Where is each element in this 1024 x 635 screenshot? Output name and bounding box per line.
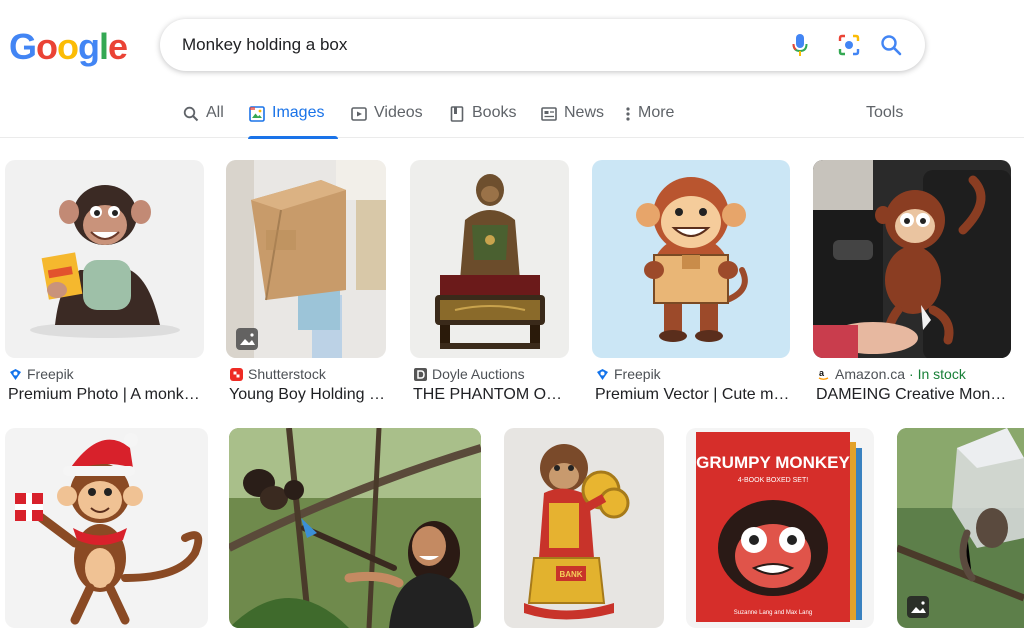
video-play-icon <box>350 105 368 123</box>
result-source[interactable]: Doyle Auctions <box>413 366 525 382</box>
result-source[interactable]: Freepik <box>8 366 74 382</box>
source-name: Freepik <box>27 366 74 382</box>
svg-text:a: a <box>819 368 825 378</box>
result-title[interactable]: Premium Photo | A monk… <box>8 386 204 404</box>
image-result[interactable]: Freepik Premium Vector | Cute m… <box>592 160 790 410</box>
tab-label: News <box>564 104 605 121</box>
tab-label: More <box>638 104 675 121</box>
image-icon <box>248 105 266 123</box>
result-title[interactable]: DAMEING Creative Monk… <box>816 386 1012 404</box>
stock-status: · In stock <box>909 366 966 382</box>
logo-letter: o <box>57 26 79 67</box>
result-source[interactable]: a Amazon.ca · In stock <box>816 366 966 382</box>
result-source[interactable]: Freepik <box>595 366 661 382</box>
doyle-icon <box>413 367 427 381</box>
result-source[interactable]: Shutterstock <box>229 366 326 382</box>
result-thumbnail[interactable] <box>229 428 481 628</box>
shutterstock-icon <box>229 367 243 381</box>
tab-label: Images <box>272 104 325 121</box>
image-result[interactable]: a Amazon.ca · In stock DAMEING Creative … <box>813 160 1012 410</box>
source-name: Freepik <box>614 366 661 382</box>
tab-books[interactable]: Books <box>448 96 516 138</box>
tab-images[interactable]: Images <box>248 96 339 139</box>
image-result[interactable] <box>5 428 208 628</box>
book-authors: Suzanne Lang and Max Lang <box>734 610 812 616</box>
image-result[interactable] <box>229 428 481 628</box>
result-title[interactable]: Young Boy Holding … <box>229 386 385 404</box>
search-icon <box>182 105 200 123</box>
image-result[interactable]: Shutterstock Young Boy Holding … <box>226 160 386 410</box>
bank-label: BANK <box>559 570 582 579</box>
result-thumbnail[interactable] <box>592 160 790 358</box>
result-thumbnail[interactable] <box>5 428 208 628</box>
search-input[interactable] <box>182 33 742 57</box>
image-result[interactable]: GRUMPY MONKEY 4-BOOK BOXED SET! Suzanne … <box>686 428 874 628</box>
result-thumbnail[interactable] <box>226 160 386 358</box>
more-dots-icon <box>624 105 632 123</box>
result-thumbnail[interactable] <box>897 428 1024 628</box>
result-thumbnail[interactable]: BANK <box>504 428 664 628</box>
tab-label: Videos <box>374 104 423 121</box>
source-name: Shutterstock <box>248 366 326 382</box>
image-result[interactable]: Doyle Auctions THE PHANTOM OF… <box>410 160 569 410</box>
tab-more[interactable]: More <box>624 96 674 138</box>
logo-letter: o <box>36 26 58 67</box>
book-subtitle: 4-BOOK BOXED SET! <box>738 477 808 484</box>
microphone-icon[interactable] <box>787 32 813 58</box>
tools-label: Tools <box>866 104 904 121</box>
search-bar <box>160 19 925 71</box>
freepik-icon <box>8 367 22 381</box>
tab-news[interactable]: News <box>540 96 604 138</box>
image-result[interactable] <box>897 428 1024 628</box>
amazon-icon: a <box>816 367 830 381</box>
tab-label: All <box>206 104 224 121</box>
result-thumbnail[interactable] <box>410 160 569 358</box>
book-title: GRUMPY MONKEY <box>696 453 850 472</box>
camera-lens-icon[interactable] <box>836 32 862 58</box>
book-icon <box>448 105 466 123</box>
tab-videos[interactable]: Videos <box>350 96 423 138</box>
freepik-icon <box>595 367 609 381</box>
source-name: Amazon.ca <box>835 366 906 382</box>
search-icon[interactable] <box>878 32 904 58</box>
result-thumbnail[interactable]: GRUMPY MONKEY 4-BOOK BOXED SET! Suzanne … <box>686 428 874 628</box>
search-tabs: All Images Videos Books News More Tools <box>0 96 1024 139</box>
result-title[interactable]: Premium Vector | Cute m… <box>595 386 790 404</box>
image-result[interactable]: Freepik Premium Photo | A monk… <box>5 160 204 410</box>
logo-letter: g <box>78 26 100 67</box>
logo-letter: e <box>108 26 128 67</box>
source-name: Doyle Auctions <box>432 366 525 382</box>
tab-label: Books <box>472 104 517 121</box>
result-thumbnail[interactable] <box>5 160 204 358</box>
tab-all[interactable]: All <box>182 96 224 138</box>
result-title[interactable]: THE PHANTOM OF… <box>413 386 569 404</box>
logo-letter: l <box>99 26 109 67</box>
image-result[interactable]: BANK <box>504 428 664 628</box>
google-logo[interactable]: Google <box>9 26 128 67</box>
news-icon <box>540 105 558 123</box>
logo-letter: G <box>9 26 37 67</box>
result-thumbnail[interactable] <box>813 160 1011 358</box>
tools-button[interactable]: Tools <box>866 96 903 138</box>
